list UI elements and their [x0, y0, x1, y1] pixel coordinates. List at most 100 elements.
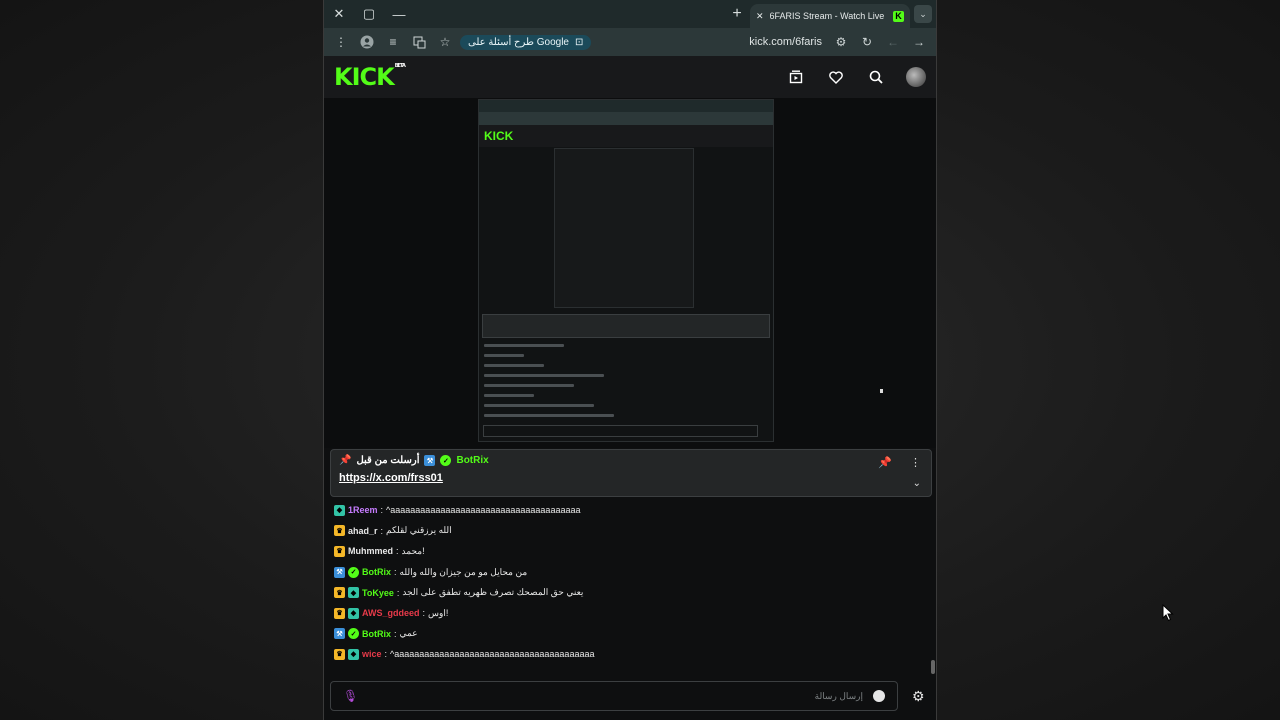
chat-username[interactable]: BotRix — [362, 567, 391, 577]
google-pill-label: طرح أسئلة على Google — [468, 36, 569, 48]
chat-message: ◆ 1Reem: ^aaaaaaaaaaaaaaaaaaaaaaaaaaaaaaaa… — [334, 500, 930, 521]
bookmark-star-icon[interactable]: ☆ — [434, 31, 456, 53]
subscriber-badge-icon: ◆ — [334, 504, 345, 516]
pinned-author[interactable]: BotRix — [456, 455, 488, 466]
chat-username[interactable]: AWS_gddeed — [362, 608, 420, 618]
chat-message: ⚒ ✓ BotRix: عمي — [334, 624, 930, 645]
chat-input[interactable]: 🎙 إرسال رسالة — [330, 681, 898, 711]
subscriber-badge-icon: ◆ — [348, 587, 359, 599]
verified-badge-icon: ✓ — [348, 628, 359, 640]
subscriber-badge-icon: ◆ — [348, 648, 359, 660]
bot-badge-icon: ⚒ — [334, 566, 345, 578]
new-tab-button[interactable]: + — [724, 5, 750, 23]
chat-message: ♛ ◆ AWS_gddeed: اوس! — [334, 603, 930, 624]
browser-window: ✕ ▢ — + ✕ 6FARIS Stream - Watch Live on … — [323, 0, 937, 720]
back-arrow-icon[interactable]: ← — [882, 31, 904, 53]
nested-chat-input — [483, 425, 758, 437]
profile-icon[interactable] — [356, 31, 378, 53]
unpin-icon[interactable]: 📌 — [878, 456, 892, 469]
subscriber-badge-icon: ◆ — [348, 607, 359, 619]
url-text[interactable]: kick.com/6faris — [749, 36, 822, 48]
emoji-icon[interactable] — [873, 690, 885, 702]
chat-colon: : — [380, 525, 384, 536]
crown-badge-icon: ♛ — [334, 545, 345, 557]
chat-message: ♛ Muhmmed: محمد! — [334, 541, 930, 562]
menu-dots-icon[interactable]: ⋮ — [330, 31, 352, 53]
chat-message-text: محمد! — [401, 545, 425, 556]
kick-logo[interactable]: KICKBETA — [334, 63, 406, 91]
search-icon[interactable] — [866, 67, 886, 87]
chat-message-text: اوس! — [428, 607, 449, 618]
chat-username[interactable]: ahad_r — [348, 526, 378, 536]
translate-icon[interactable] — [408, 31, 430, 53]
chat-message-text: ^aaaaaaaaaaaaaaaaaaaaaaaaaaaaaaaaaaaaaaa… — [390, 649, 595, 660]
chat-message: ⚒ ✓ BotRix: من محايل مو من جيزان والله والل… — [334, 562, 930, 583]
reading-list-icon[interactable]: ≡ — [382, 31, 404, 53]
chat-message-text: من محايل مو من جيزان والله والله — [399, 566, 528, 577]
more-options-icon[interactable]: ⋮ — [910, 456, 921, 469]
nested-video — [554, 148, 694, 308]
minimize-window-icon[interactable]: — — [384, 0, 414, 28]
pinned-message[interactable]: 📌 أرسلت من قبل ⚒ ✓ BotRix https://x.com/… — [330, 449, 932, 497]
bot-badge-icon: ⚒ — [334, 628, 345, 640]
forward-arrow-icon[interactable]: → — [908, 31, 930, 53]
chat-message: ♛ ◆ ToKyee: يعني حق المصحك تصرف ظهريه تطفق … — [334, 582, 930, 603]
google-lens-pill[interactable]: طرح أسئلة على Google ⊡ — [460, 34, 592, 50]
chat-username[interactable]: ToKyee — [362, 588, 394, 598]
tab-title: 6FARIS Stream - Watch Live on — [769, 11, 887, 21]
maximize-window-icon[interactable]: ▢ — [354, 0, 384, 28]
nested-screen-capture: KICK — [478, 99, 774, 442]
stray-cursor — [880, 389, 883, 393]
nested-chat — [484, 344, 684, 424]
chat-list: ◆ 1Reem: ^aaaaaaaaaaaaaaaaaaaaaaaaaaaaaaaa… — [334, 500, 930, 678]
nested-pinned — [482, 314, 770, 338]
chat-colon: : — [422, 608, 426, 619]
chat-message-text: يعني حق المصحك تصرف ظهريه تطفق على الجد — [402, 587, 584, 598]
chat-message: ♛ ◆ wice: ^aaaaaaaaaaaaaaaaaaaaaaaaaaaaaaaa… — [334, 644, 930, 665]
tab-search-chevron-icon[interactable]: ⌄ — [914, 5, 932, 23]
chat-colon: : — [380, 505, 384, 516]
chat-message: ♛ ahad_r: الله يرزقني لقلكم — [334, 521, 930, 542]
mic-icon[interactable]: 🎙 — [343, 689, 358, 703]
chat-message-text: ^aaaaaaaaaaaaaaaaaaaaaaaaaaaaaaaaaaaaaa — [386, 505, 581, 516]
crown-badge-icon: ♛ — [334, 648, 345, 660]
chat-message-text: عمي — [399, 628, 418, 639]
chat-username[interactable]: BotRix — [362, 629, 391, 639]
chat-username[interactable]: wice — [362, 649, 382, 659]
kick-favicon-icon: K — [893, 10, 904, 22]
expand-chevron-icon[interactable]: ⌄ — [913, 478, 921, 489]
chat-colon: : — [396, 587, 400, 598]
lens-icon: ⊡ — [574, 36, 584, 48]
chat-input-placeholder: إرسال رسالة — [814, 690, 863, 701]
mouse-cursor-icon — [1162, 604, 1174, 622]
close-window-icon[interactable]: ✕ — [324, 0, 354, 28]
kick-header: KICKBETA — [324, 56, 936, 98]
pinned-label: أرسلت من قبل — [356, 455, 420, 466]
crown-badge-icon: ♛ — [334, 607, 345, 619]
pinned-link[interactable]: https://x.com/frss01 — [339, 472, 923, 484]
chat-username[interactable]: 1Reem — [348, 505, 378, 515]
bot-badge-icon: ⚒ — [424, 455, 436, 466]
chat-username[interactable]: Muhmmed — [348, 546, 393, 556]
chat-colon: : — [394, 628, 397, 639]
chat-colon: : — [384, 649, 388, 660]
verified-badge-icon: ✓ — [440, 455, 452, 466]
chat-scrollbar[interactable] — [931, 660, 935, 674]
chat-message-text: الله يرزقني لقلكم — [386, 525, 452, 536]
browser-tab[interactable]: ✕ 6FARIS Stream - Watch Live on K — [750, 4, 910, 28]
pin-icon: 📌 — [339, 455, 352, 466]
tab-strip: ✕ ▢ — + ✕ 6FARIS Stream - Watch Live on … — [324, 0, 936, 28]
crown-badge-icon: ♛ — [334, 587, 345, 599]
chat-settings-gear-icon[interactable]: ⚙ — [912, 688, 925, 705]
address-bar: ⋮ ≡ ☆ طرح أسئلة على Google ⊡ kick.com/6f… — [324, 28, 936, 56]
nested-kick-logo: KICK — [484, 129, 514, 143]
following-icon[interactable] — [786, 67, 806, 87]
user-avatar[interactable] — [906, 67, 926, 87]
reload-icon[interactable]: ↻ — [856, 31, 878, 53]
site-settings-icon[interactable]: ⚙ — [830, 31, 852, 53]
crown-badge-icon: ♛ — [334, 525, 345, 537]
heart-icon[interactable] — [826, 67, 846, 87]
close-tab-icon[interactable]: ✕ — [756, 11, 764, 22]
stream-player[interactable]: KICK — [324, 98, 936, 448]
chat-colon: : — [394, 567, 397, 578]
